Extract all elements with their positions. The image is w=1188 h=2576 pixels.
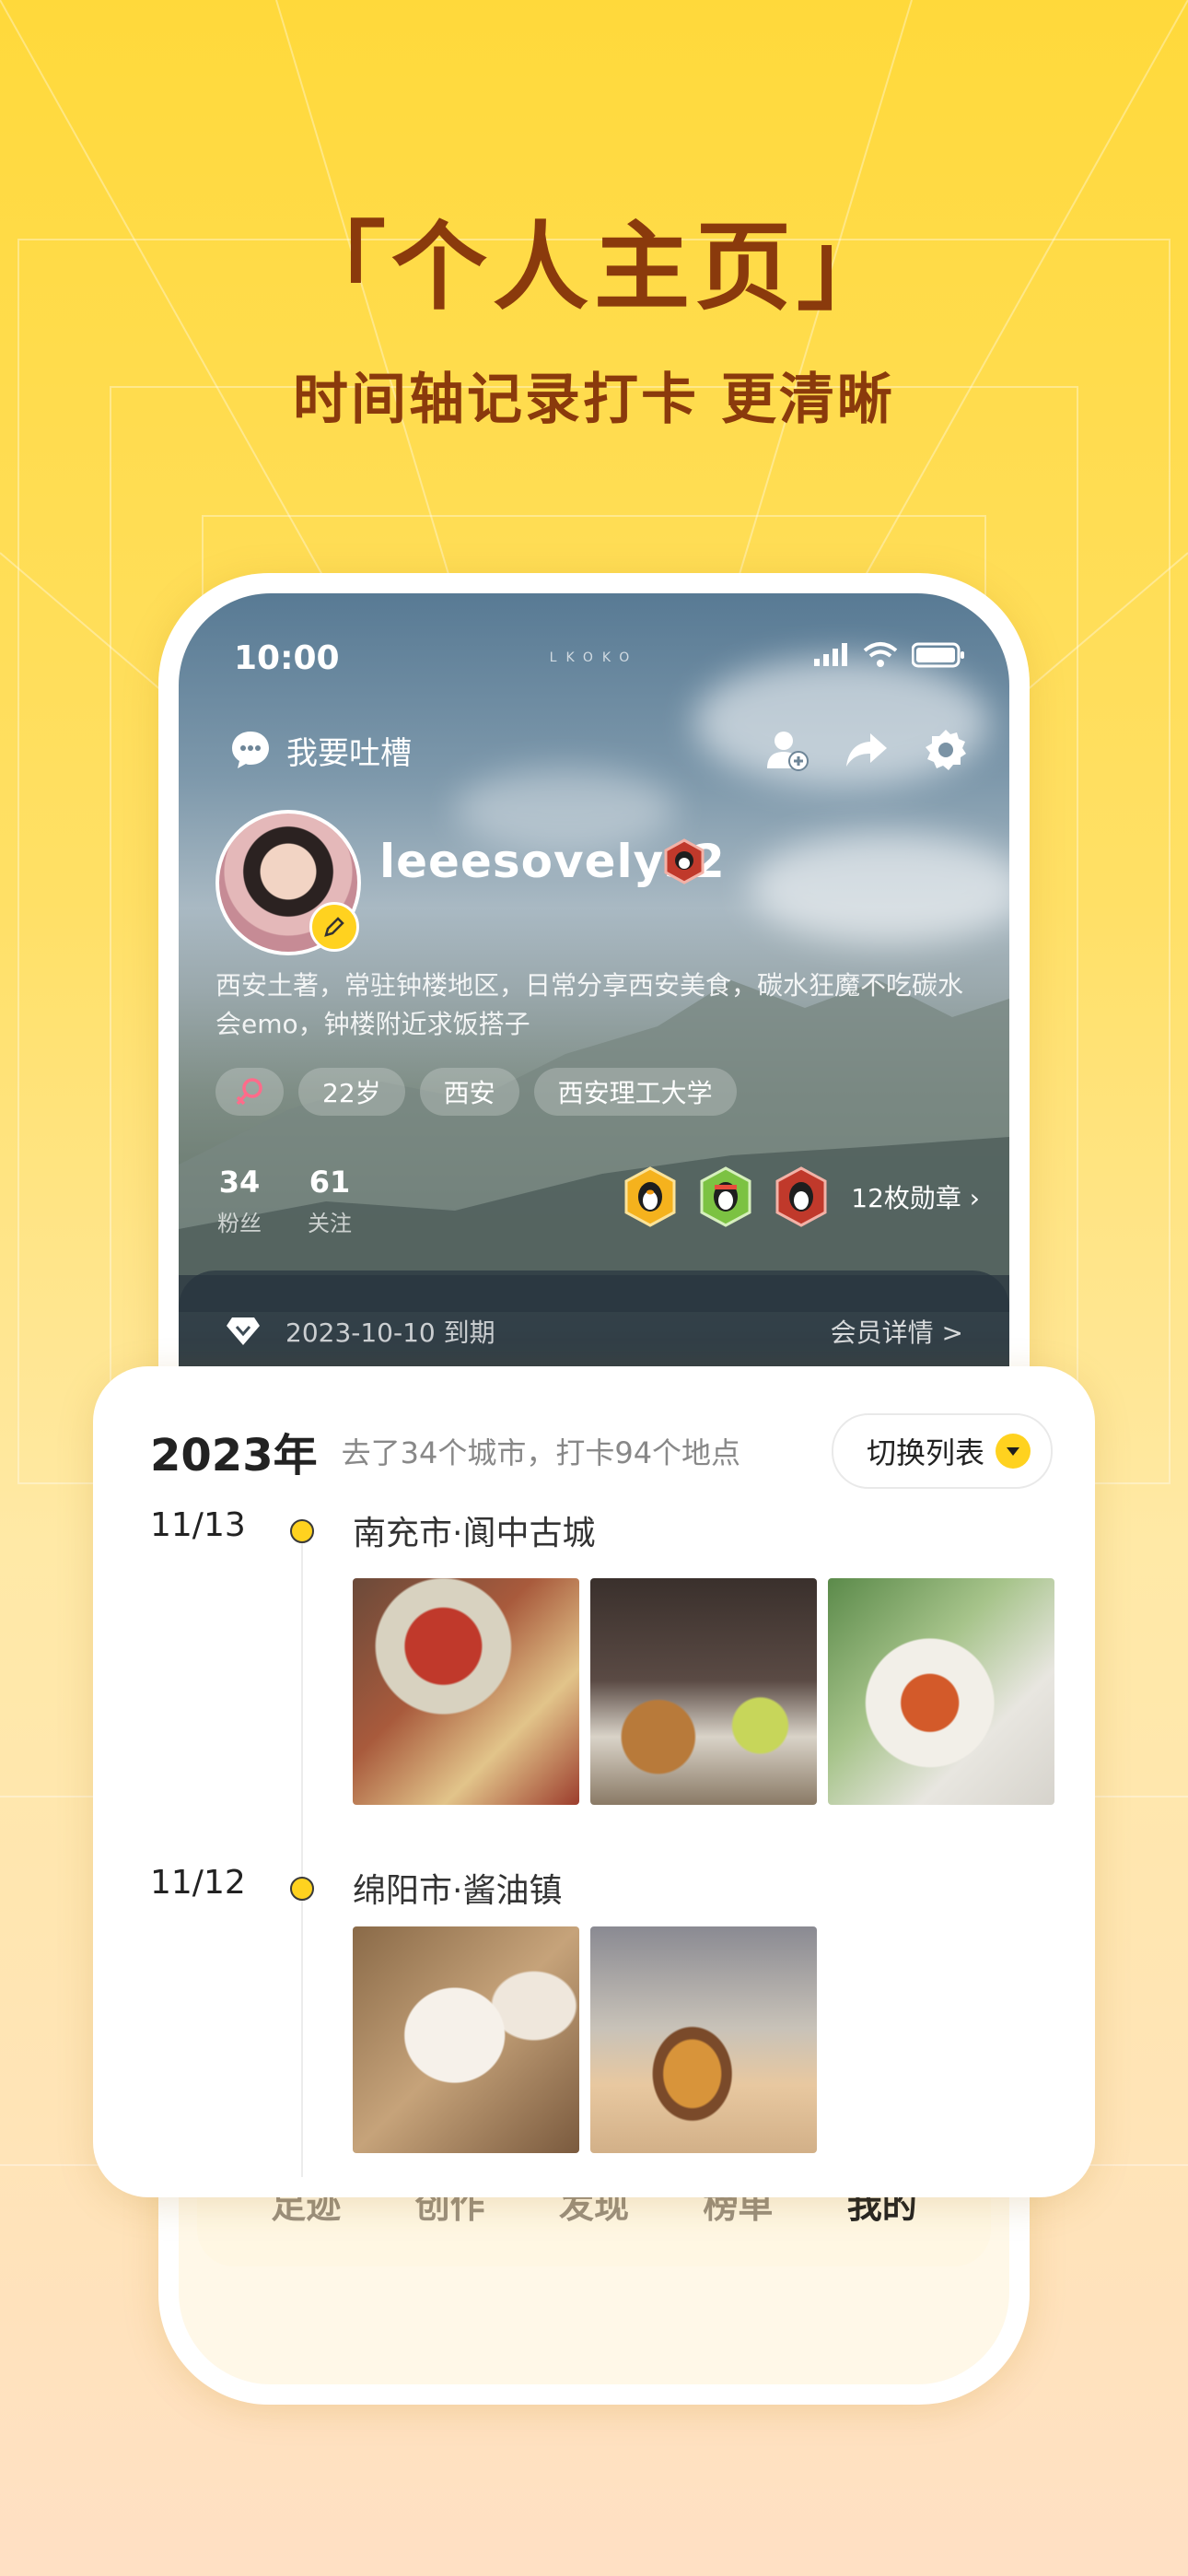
share-icon[interactable]	[844, 728, 889, 772]
timeline-year: 2023年	[150, 1430, 318, 1481]
following-stat[interactable]: 61 关注	[308, 1165, 352, 1237]
switch-list-label: 切换列表	[866, 1435, 984, 1470]
level-badge-icon[interactable]	[661, 838, 707, 884]
timeline-card: 2023年 去了34个城市，打卡94个地点 切换列表 11/13 南充市·阆中古…	[93, 1366, 1095, 2197]
vip-details-link[interactable]: 会员详情 >	[831, 1313, 963, 1350]
chat-bubble-icon	[232, 732, 269, 768]
medal-penguin-icon	[624, 1166, 676, 1227]
entry-photos	[353, 1578, 1054, 1805]
promo-subline: 时间轴记录打卡 更清晰	[293, 368, 895, 432]
edit-avatar-button[interactable]	[309, 902, 359, 952]
followers-count: 34	[218, 1165, 261, 1200]
female-icon	[236, 1078, 262, 1106]
timeline-summary: 去了34个城市，打卡94个地点	[341, 1435, 741, 1470]
medals-count-link[interactable]: 12枚勋章 ›	[851, 1178, 980, 1215]
photo-burger[interactable]	[590, 1926, 817, 2153]
medal-penguin-green-icon	[700, 1166, 751, 1227]
diamond-icon	[227, 1317, 260, 1345]
timeline-year-row: 2023年 去了34个城市，打卡94个地点 切换列表	[150, 1413, 1053, 1489]
following-label: 关注	[308, 1211, 352, 1236]
followers-label: 粉丝	[217, 1211, 262, 1236]
photo-pasta[interactable]	[828, 1578, 1054, 1805]
entry-date: 11/12	[150, 1864, 246, 1902]
vip-expiry: 2023-10-10 到期	[285, 1317, 495, 1348]
promo-headline: 「个人主页」	[289, 211, 898, 323]
photo-burger-drinks[interactable]	[590, 1578, 817, 1805]
photo-hotpot[interactable]	[353, 1578, 579, 1805]
entry-place[interactable]: 绵阳市·酱油镇	[353, 1864, 562, 1912]
follow-stats: 34 粉丝 61 关注	[217, 1165, 352, 1237]
wifi-icon	[863, 642, 898, 667]
city-tag: 西安	[419, 1068, 519, 1116]
complain-label: 我要吐槽	[286, 734, 412, 772]
following-count: 61	[309, 1165, 351, 1200]
add-friend-icon[interactable]	[765, 728, 809, 772]
medal-penguin-red-icon	[775, 1166, 827, 1227]
profile-topbar: 我要吐槽	[229, 718, 968, 782]
followers-stat[interactable]: 34 粉丝	[217, 1165, 262, 1237]
age-tag: 22岁	[298, 1068, 405, 1116]
school-tag: 西安理工大学	[533, 1068, 737, 1116]
timeline-dot	[290, 1519, 314, 1543]
timeline-line	[301, 1532, 303, 2177]
photo-steamed-bun[interactable]	[353, 1926, 579, 2153]
entry-date: 11/13	[150, 1506, 246, 1544]
switch-list-button[interactable]: 切换列表	[831, 1413, 1053, 1489]
entry-photos	[353, 1926, 817, 2153]
switch-toggle-icon	[996, 1434, 1031, 1469]
complain-button[interactable]: 我要吐槽	[229, 728, 412, 773]
signal-icon	[814, 643, 847, 666]
bio-text: 西安土著，常驻钟楼地区，日常分享西安美食，碳水狂魔不吃碳水会emo，钟楼附近求饭…	[215, 970, 964, 1039]
timeline-dot	[290, 1877, 314, 1901]
edit-pencil-icon	[324, 917, 344, 937]
battery-icon	[912, 642, 964, 668]
profile-tags: 22岁 西安 西安理工大学	[215, 1068, 737, 1116]
entry-place[interactable]: 南充市·阆中古城	[353, 1506, 595, 1554]
medals-row[interactable]: 12枚勋章 ›	[623, 1166, 980, 1227]
settings-gear-icon[interactable]	[924, 728, 968, 772]
gender-tag	[215, 1068, 284, 1116]
status-icons	[812, 641, 965, 669]
